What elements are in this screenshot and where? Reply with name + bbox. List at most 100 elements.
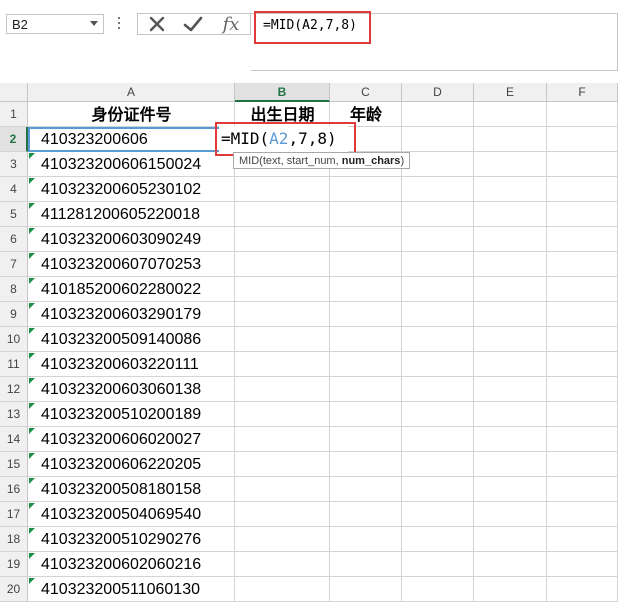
id-number-text: 410323200603060138 (41, 381, 202, 398)
text-number-warning-icon (29, 228, 35, 234)
row-header-5[interactable]: 5 (0, 202, 28, 227)
row-header-16[interactable]: 16 (0, 477, 28, 502)
id-number-text: 410323200504069540 (41, 506, 202, 523)
text-number-warning-icon (29, 503, 35, 509)
id-number-text: 410323200602060216 (41, 556, 202, 573)
id-number-text: 410323200603090249 (41, 231, 202, 248)
id-number-text: 410323200606150024 (41, 156, 202, 173)
check-icon (183, 16, 203, 32)
id-number-cell[interactable]: 410323200603290179 (28, 302, 235, 327)
highlight-box-formula (254, 11, 371, 44)
text-number-warning-icon (29, 278, 35, 284)
row-header-1[interactable]: 1 (0, 102, 28, 127)
text-number-warning-icon (29, 178, 35, 184)
column-header-b[interactable]: B (235, 83, 330, 102)
id-number-text: 410323200606220205 (41, 456, 202, 473)
name-box[interactable]: B2 (6, 14, 104, 34)
id-number-text: 410185200602280022 (41, 281, 202, 298)
row-header-15[interactable]: 15 (0, 452, 28, 477)
id-number-cell[interactable]: 410323200603220111 (28, 352, 235, 377)
id-number-cell[interactable]: 410323200510200189 (28, 402, 235, 427)
column-header-e[interactable]: E (474, 83, 547, 102)
text-number-warning-icon (29, 328, 35, 334)
column-header-d[interactable]: D (402, 83, 474, 102)
text-number-warning-icon (29, 528, 35, 534)
id-number-cell[interactable]: 410323200602060216 (28, 552, 235, 577)
formula-area: B2 fx =MID(A2,7,8) (0, 0, 618, 82)
enter-button[interactable] (176, 14, 210, 34)
id-number-cell[interactable]: 410323200509140086 (28, 327, 235, 352)
id-number-cell[interactable]: 410323200603060138 (28, 377, 235, 402)
id-number-text: 410323200603220111 (41, 356, 199, 373)
text-number-warning-icon (29, 353, 35, 359)
id-number-text: 410323200605230102 (41, 181, 202, 198)
id-number-cell[interactable]: 410323200605230102 (28, 177, 235, 202)
text-number-warning-icon (29, 578, 35, 584)
close-icon (149, 16, 165, 32)
id-number-text: 410323200510200189 (41, 406, 202, 423)
more-vertical-icon (118, 17, 120, 31)
text-number-warning-icon (29, 153, 35, 159)
column-header-f[interactable]: F (547, 83, 618, 102)
text-number-warning-icon (29, 403, 35, 409)
text-number-warning-icon (29, 303, 35, 309)
chevron-down-icon[interactable] (90, 21, 98, 26)
grid-line (329, 102, 330, 602)
row-header-11[interactable]: 11 (0, 352, 28, 377)
id-number-text: 410323200603290179 (41, 306, 202, 323)
row-header-6[interactable]: 6 (0, 227, 28, 252)
spreadsheet-grid: ABCDEF 1 2 3 4 5 6 7 8 9 10 11 12 13 14 15 16 17 18 19 20 身… (0, 83, 618, 602)
id-number-cell[interactable]: 410323200606020027 (28, 427, 235, 452)
row-header-19[interactable]: 19 (0, 552, 28, 577)
id-number-text: 410323200511060130 (41, 581, 200, 598)
select-all-corner[interactable] (0, 83, 28, 102)
row-header-14[interactable]: 14 (0, 427, 28, 452)
row-header-17[interactable]: 17 (0, 502, 28, 527)
id-number-cell[interactable]: 410323200603090249 (28, 227, 235, 252)
id-number-text: 410323200510290276 (41, 531, 202, 548)
id-number-text: 410323200606020027 (41, 431, 202, 448)
id-number-text: 410323200508180158 (41, 481, 202, 498)
text-number-warning-icon (29, 203, 35, 209)
row-header-7[interactable]: 7 (0, 252, 28, 277)
cancel-button[interactable] (140, 14, 174, 34)
row-header-8[interactable]: 8 (0, 277, 28, 302)
id-number-cell[interactable]: 410323200607070253 (28, 252, 235, 277)
id-number-cell[interactable]: 411281200605220018 (28, 202, 235, 227)
formula-buttons: fx (137, 13, 251, 35)
grid-line (401, 102, 402, 602)
id-number-cell[interactable]: 410323200606220205 (28, 452, 235, 477)
id-number-text: 410323200509140086 (41, 331, 202, 348)
grid-line (473, 102, 474, 602)
row-header-13[interactable]: 13 (0, 402, 28, 427)
row-header-10[interactable]: 10 (0, 327, 28, 352)
row-header-12[interactable]: 12 (0, 377, 28, 402)
row-header-20[interactable]: 20 (0, 577, 28, 602)
grid-line (546, 102, 547, 602)
text-number-warning-icon (29, 478, 35, 484)
id-number-cell[interactable]: 410323200511060130 (28, 577, 235, 602)
row-header-18[interactable]: 18 (0, 527, 28, 552)
id-number-cell[interactable]: 410323200508180158 (28, 477, 235, 502)
text-number-warning-icon (29, 253, 35, 259)
text-number-warning-icon (29, 378, 35, 384)
column-header-c[interactable]: C (330, 83, 402, 102)
id-number-cell[interactable]: 410323200510290276 (28, 527, 235, 552)
header-cell-a[interactable]: 身份证件号 (28, 102, 235, 127)
function-tooltip: MID(text, start_num, num_chars) (233, 152, 411, 169)
id-number-cell[interactable]: 410323200606150024 (28, 152, 235, 177)
row-header-4[interactable]: 4 (0, 177, 28, 202)
function-icon: fx (222, 13, 240, 35)
id-number-cell[interactable]: 410185200602280022 (28, 277, 235, 302)
highlight-box-cell (215, 122, 356, 156)
column-header-a[interactable]: A (28, 83, 235, 102)
name-box-value: B2 (12, 17, 28, 32)
row-header-3[interactable]: 3 (0, 152, 28, 177)
id-number-text: 411281200605220018 (41, 206, 200, 223)
row-header-9[interactable]: 9 (0, 302, 28, 327)
id-number-cell[interactable]: 410323200504069540 (28, 502, 235, 527)
text-number-warning-icon (29, 453, 35, 459)
row-header-2[interactable]: 2 (0, 127, 28, 152)
text-number-warning-icon (29, 428, 35, 434)
insert-function-button[interactable]: fx (214, 13, 248, 35)
